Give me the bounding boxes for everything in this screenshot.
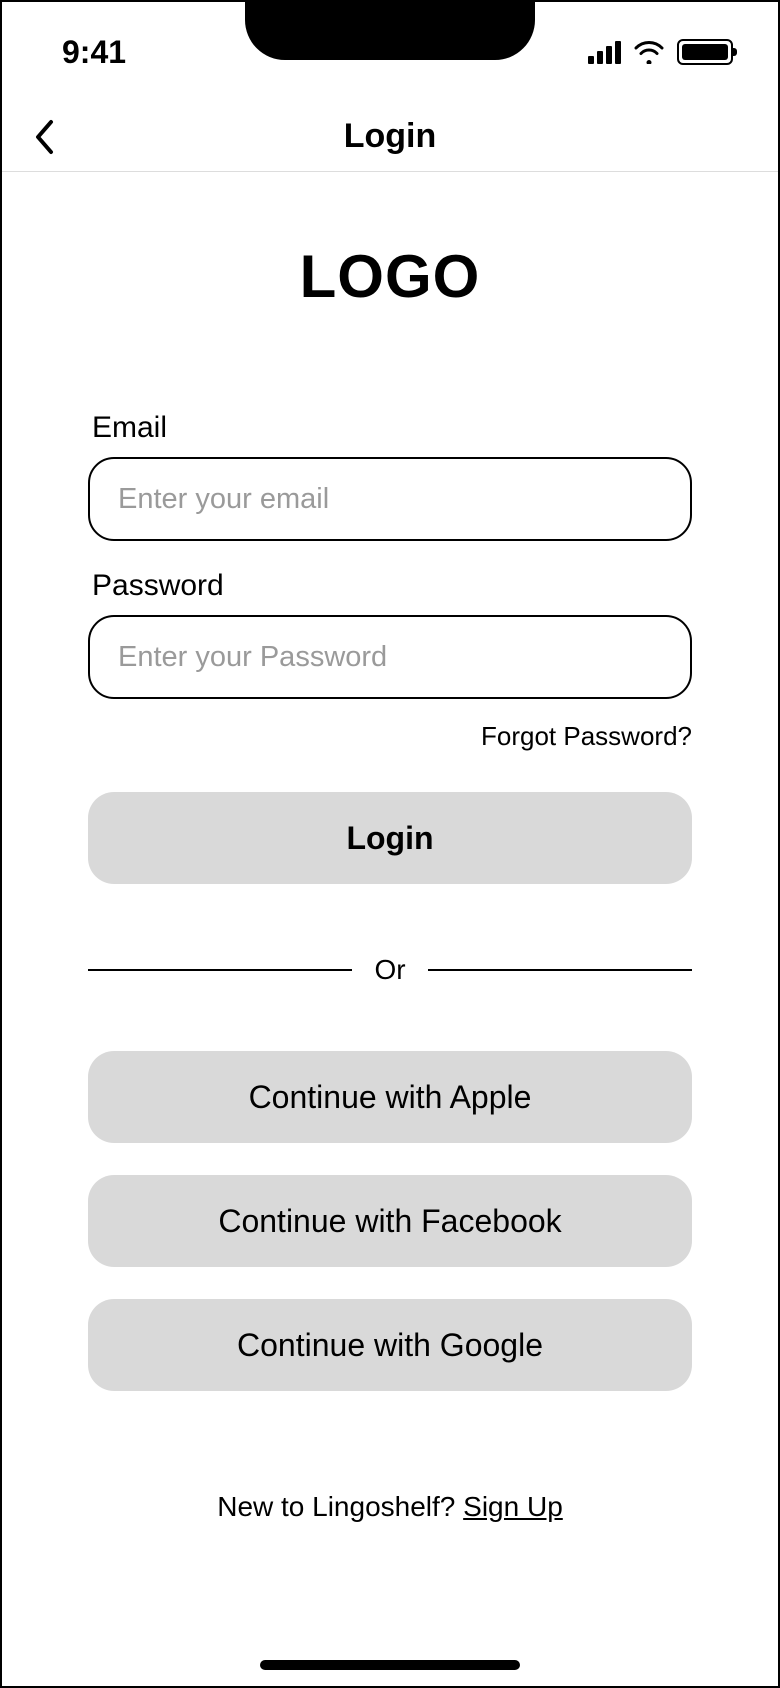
signup-link[interactable]: Sign Up [463, 1491, 563, 1522]
chevron-left-icon [33, 119, 55, 155]
back-button[interactable] [22, 115, 66, 159]
divider-line-left [88, 969, 352, 971]
password-label: Password [92, 569, 692, 603]
email-label: Email [92, 411, 692, 445]
password-input[interactable] [88, 615, 692, 699]
continue-with-google-button[interactable]: Continue with Google [88, 1299, 692, 1391]
password-field-group: Password [88, 569, 692, 699]
status-time: 9:41 [62, 34, 126, 71]
main-content: LOGO Email Password Forgot Password? Log… [2, 172, 778, 1686]
home-indicator[interactable] [260, 1660, 520, 1670]
device-notch [245, 2, 535, 60]
login-button[interactable]: Login [88, 792, 692, 884]
cellular-signal-icon [588, 41, 621, 64]
social-login-buttons: Continue with Apple Continue with Facebo… [88, 1051, 692, 1391]
status-icons [588, 39, 733, 65]
status-bar: 9:41 [2, 2, 778, 102]
email-input[interactable] [88, 457, 692, 541]
forgot-password-link[interactable]: Forgot Password? [88, 721, 692, 752]
signup-prompt: New to Lingoshelf? [217, 1491, 463, 1522]
divider-text: Or [374, 954, 405, 986]
email-field-group: Email [88, 411, 692, 541]
battery-icon [677, 39, 733, 65]
divider: Or [88, 954, 692, 986]
page-title: Login [344, 117, 437, 156]
nav-header: Login [2, 102, 778, 172]
app-logo: LOGO [88, 242, 692, 311]
divider-line-right [428, 969, 692, 971]
continue-with-apple-button[interactable]: Continue with Apple [88, 1051, 692, 1143]
continue-with-facebook-button[interactable]: Continue with Facebook [88, 1175, 692, 1267]
wifi-icon [633, 40, 665, 64]
signup-row: New to Lingoshelf? Sign Up [88, 1491, 692, 1523]
